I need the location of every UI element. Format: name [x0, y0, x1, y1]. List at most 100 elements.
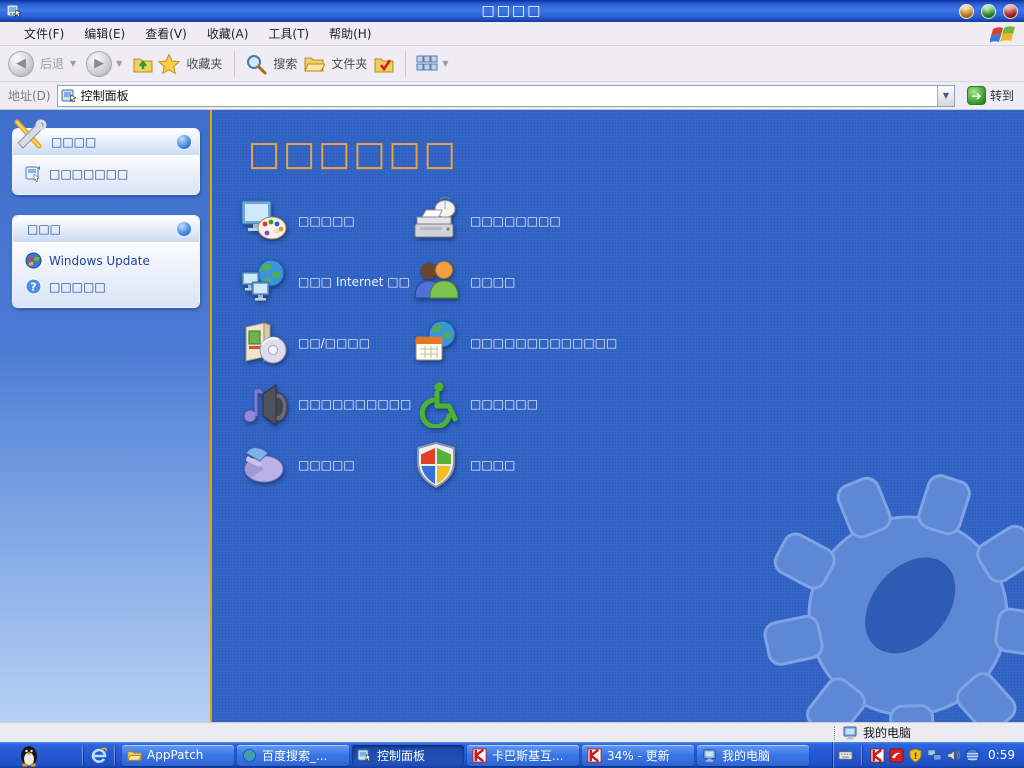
category-appearance-themes[interactable]: □□□□□: [240, 197, 412, 245]
system-tray: ! 0:59: [833, 742, 1021, 768]
category-label: □□□□□□□□□□□□□: [470, 336, 618, 351]
category-sounds-audio[interactable]: □□□□□□□□□□: [240, 380, 412, 428]
kaspersky-tray-icon[interactable]: [870, 747, 885, 763]
forward-dropdown-icon[interactable]: ▼: [116, 59, 122, 68]
accessibility-icon: [419, 382, 458, 429]
category-label: □□□□: [470, 275, 516, 290]
views-icon[interactable]: [416, 55, 438, 73]
maximize-button[interactable]: [981, 3, 996, 19]
favorites-label[interactable]: 收藏夹: [186, 55, 222, 72]
category-security-center[interactable]: □□□□: [412, 441, 812, 489]
task-link-label: Windows Update: [49, 253, 150, 268]
menu-favorites[interactable]: 收藏(A): [197, 22, 259, 45]
volume-icon[interactable]: [946, 748, 961, 763]
network-tray-icon[interactable]: [927, 748, 942, 763]
tray-divider: [861, 745, 863, 765]
favorites-star-icon[interactable]: [158, 52, 181, 75]
taskbar-button-label: 卡巴斯基互...: [492, 748, 564, 763]
category-accessibility[interactable]: □□□□□□: [412, 380, 812, 429]
go-label: 转到: [989, 89, 1014, 103]
category-label: □□□ Internet □□: [298, 275, 410, 290]
category-performance-maintenance[interactable]: □□□□□: [240, 441, 412, 489]
taskbar-button-baidu-search[interactable]: 百度搜索_...: [237, 744, 349, 766]
switch-view-link[interactable]: □□□□□□□: [25, 165, 193, 182]
my-computer-desktop-toolbar[interactable]: 我的电脑: [834, 723, 1024, 742]
toolbar-separator: [234, 50, 236, 77]
category-printers-hardware[interactable]: □□□□□□□□: [412, 197, 812, 245]
red-app-tray-icon[interactable]: [889, 747, 904, 763]
taskbar-button-kaspersky[interactable]: 卡巴斯基互...: [467, 744, 579, 766]
folders-icon[interactable]: [303, 53, 326, 75]
folders-label[interactable]: 文件夹: [331, 55, 367, 72]
penguin-start-icon[interactable]: [17, 743, 41, 767]
address-value: 控制面板: [80, 89, 129, 103]
category-label: □□□□: [470, 458, 516, 473]
back-label[interactable]: 后退: [40, 55, 64, 72]
taskbar-button-label: AppPatch: [147, 748, 204, 762]
category-label: □□□□□: [298, 458, 355, 473]
search-label[interactable]: 搜索: [273, 55, 297, 72]
control-panel-content: □□□□□□ □□□□□ □□□□□□□□ □□□ Internet □□ □□…: [212, 110, 1024, 722]
toolbar-grip[interactable]: [834, 725, 837, 740]
toolbar-separator: [405, 50, 407, 77]
taskbar-button-apppatch[interactable]: AppPatch: [122, 744, 234, 766]
network-internet-icon: [241, 259, 285, 301]
category-label: □□/□□□□: [298, 336, 371, 351]
windows-update-icon: [25, 252, 42, 269]
category-add-remove-programs[interactable]: □□/□□□□: [240, 319, 412, 367]
close-button[interactable]: [1003, 3, 1018, 19]
keyboard-icon[interactable]: [838, 748, 853, 763]
input-method-icon[interactable]: [965, 747, 980, 763]
user-accounts-icon: [414, 261, 459, 299]
taskbar-button-update[interactable]: 34% - 更新: [582, 744, 694, 766]
panel-header[interactable]: □□□: [13, 216, 199, 242]
back-button[interactable]: ◀: [8, 50, 34, 77]
back-dropdown-icon[interactable]: ▼: [70, 59, 76, 68]
views-dropdown-icon[interactable]: ▼: [442, 59, 448, 68]
window-body: □□□□ □□□□□□□ □□□ Windows Update ? □□□□□ …: [0, 110, 1024, 722]
search-icon[interactable]: [245, 53, 267, 75]
taskbar-button-control-panel[interactable]: 控制面板: [352, 744, 464, 766]
taskbar-button-my-computer[interactable]: 我的电脑: [697, 744, 809, 766]
menu-help[interactable]: 帮助(H): [319, 22, 381, 45]
switch-view-icon: [25, 166, 40, 182]
sounds-audio-icon: [243, 384, 288, 427]
task-link-label: □□□□□: [49, 279, 106, 294]
address-dropdown-button[interactable]: ▼: [936, 85, 954, 106]
category-grid: □□□□□ □□□□□□□□ □□□ Internet □□ □□□□ □□/□…: [240, 197, 1024, 489]
up-folder-icon[interactable]: [132, 53, 154, 75]
forward-button[interactable]: ▶: [86, 50, 113, 77]
panel-body: □□□□□□□: [13, 155, 199, 194]
help-support-link[interactable]: ? □□□□□: [25, 278, 193, 295]
category-date-time-language[interactable]: □□□□□□□□□□□□□: [412, 319, 812, 367]
appearance-themes-icon: [241, 200, 287, 240]
svg-text:!: !: [914, 750, 918, 760]
internet-explorer-icon[interactable]: [90, 747, 107, 764]
menu-file[interactable]: 文件(F): [14, 22, 74, 45]
minimize-button[interactable]: [959, 3, 974, 19]
taskbar-divider: [82, 745, 83, 765]
category-user-accounts[interactable]: □□□□: [412, 258, 812, 306]
taskbar-button-label: 34% - 更新: [607, 748, 670, 763]
performance-maintenance-icon: [244, 447, 284, 483]
panel-collapse-button[interactable]: [176, 221, 192, 237]
menu-edit[interactable]: 编辑(E): [74, 22, 135, 45]
security-alert-icon[interactable]: !: [908, 747, 923, 763]
date-time-language-icon: [415, 320, 456, 361]
start-area[interactable]: [3, 743, 75, 767]
taskbar-divider: [114, 745, 115, 765]
windows-update-link[interactable]: Windows Update: [25, 252, 193, 269]
control-panel-tasks-panel: □□□□ □□□□□□□: [12, 119, 200, 195]
category-network-internet[interactable]: □□□ Internet □□: [240, 258, 412, 306]
panel-title: □□□: [27, 222, 62, 236]
taskbar-clock[interactable]: 0:59: [988, 748, 1015, 762]
panel-collapse-button[interactable]: [176, 134, 192, 150]
address-input[interactable]: 控制面板 ▼: [56, 84, 955, 107]
folder-check-icon[interactable]: [373, 53, 395, 75]
menu-bar: 文件(F) 编辑(E) 查看(V) 收藏(A) 工具(T) 帮助(H): [0, 22, 1024, 46]
go-button[interactable]: ➔ 转到: [961, 86, 1020, 105]
svg-text:?: ?: [30, 281, 36, 294]
menu-tools[interactable]: 工具(T): [258, 22, 319, 45]
menu-view[interactable]: 查看(V): [135, 22, 197, 45]
printers-hardware-icon: [414, 197, 456, 238]
